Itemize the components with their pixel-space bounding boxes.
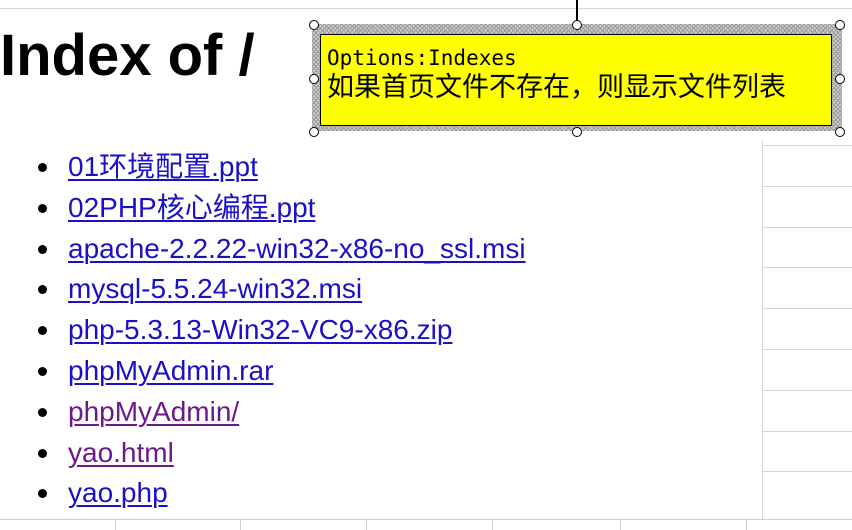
file-list-item: 02PHP核心编程.ppt — [38, 188, 526, 229]
file-list-item: yao.html — [38, 433, 526, 474]
file-list-item: phpMyAdmin/ — [38, 392, 526, 433]
bullet-icon — [38, 244, 47, 254]
file-link[interactable]: phpMyAdmin.rar — [68, 355, 273, 386]
resize-handle-bottom-center[interactable] — [572, 127, 582, 137]
file-list-item: apache-2.2.22-win32-x86-no_ssl.msi — [38, 229, 526, 270]
page-title: Index of / — [0, 23, 255, 88]
file-link[interactable]: php-5.3.13-Win32-VC9-x86.zip — [68, 314, 452, 345]
callout-option-text: Options:Indexes — [327, 46, 517, 70]
file-link[interactable]: 01环境配置.ppt — [68, 151, 258, 182]
spreadsheet-row-line — [762, 349, 852, 350]
callout-textbox[interactable]: Options:Indexes 如果首页文件不存在，则显示文件列表 — [320, 34, 832, 126]
spreadsheet-row-line — [762, 308, 852, 310]
resize-handle-top-right[interactable] — [835, 20, 845, 30]
resize-handle-bottom-left[interactable] — [309, 127, 319, 137]
spreadsheet-column-tick — [620, 520, 621, 530]
spreadsheet-column-tick — [746, 520, 747, 530]
file-link[interactable]: yao.html — [68, 437, 174, 468]
file-list-item: php-5.3.13-Win32-VC9-x86.zip — [38, 310, 526, 351]
file-link[interactable]: 02PHP核心编程.ppt — [68, 192, 315, 223]
screenshot-canvas: Index of / 01环境配置.ppt 02PHP核心编程.ppt apache… — [0, 0, 852, 530]
file-link[interactable]: mysql-5.5.24-win32.msi — [68, 273, 362, 304]
callout-description-text: 如果首页文件不存在，则显示文件列表 — [327, 72, 786, 103]
bullet-icon — [38, 203, 47, 213]
spreadsheet-row-line — [762, 145, 852, 146]
bullet-icon — [38, 407, 47, 417]
spreadsheet-column-tick — [492, 520, 493, 530]
bullet-icon — [38, 163, 47, 172]
spreadsheet-row-line — [762, 430, 852, 432]
file-list-item: mysql-5.5.24-win32.msi — [38, 269, 526, 310]
file-link[interactable]: apache-2.2.22-win32-x86-no_ssl.msi — [68, 233, 526, 264]
spreadsheet-row-line — [762, 226, 852, 228]
spreadsheet-column-tick — [366, 520, 367, 530]
file-list-item: yao.php — [38, 473, 526, 514]
resize-handle-bottom-right[interactable] — [835, 127, 845, 137]
file-list: 01环境配置.ppt 02PHP核心编程.ppt apache-2.2.22-win… — [38, 147, 526, 514]
bullet-icon — [38, 366, 47, 376]
spreadsheet-row-line — [762, 185, 852, 187]
spreadsheet-row-line — [762, 471, 852, 473]
callout-connector-line — [576, 0, 578, 22]
resize-handle-middle-left[interactable] — [309, 74, 319, 84]
file-list-item: 01环境配置.ppt — [38, 147, 526, 188]
spreadsheet-column-tick — [240, 520, 241, 530]
file-link[interactable]: phpMyAdmin/ — [68, 396, 239, 427]
spreadsheet-row-line — [762, 267, 852, 269]
bullet-icon — [38, 448, 47, 458]
resize-handle-top-left[interactable] — [309, 20, 319, 30]
resize-handle-top-center[interactable] — [572, 20, 582, 30]
bullet-icon — [38, 326, 47, 336]
spreadsheet-row-line — [762, 389, 852, 391]
bullet-icon — [38, 285, 47, 295]
spreadsheet-top-border — [0, 0, 852, 9]
file-link[interactable]: yao.php — [68, 477, 168, 508]
resize-handle-middle-right[interactable] — [835, 74, 845, 84]
spreadsheet-column-line — [762, 140, 763, 520]
bullet-icon — [38, 489, 47, 499]
spreadsheet-column-tick — [115, 520, 116, 530]
file-list-item: phpMyAdmin.rar — [38, 351, 526, 392]
spreadsheet-bottom-border — [0, 519, 852, 530]
